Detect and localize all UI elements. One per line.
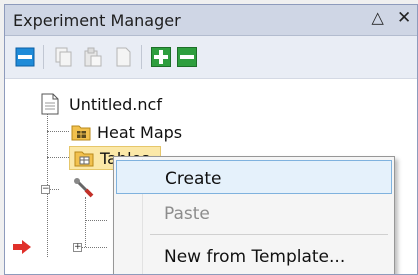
paste-icon[interactable] [83,47,103,67]
experiment-manager-panel: Experiment Manager ◁ ✕ Untitled.ncf Heat… [4,4,418,275]
tree-line [47,101,48,257]
document-icon[interactable] [113,47,133,67]
remove-icon[interactable] [177,47,197,67]
file-icon [41,93,61,115]
copy-icon[interactable] [53,47,73,67]
add-icon[interactable] [151,47,171,67]
heatmap-folder-icon [71,123,91,141]
tree-root-node[interactable]: Untitled.ncf [41,93,162,115]
expand-toggle[interactable]: + [73,243,82,252]
toolbar-separator [141,45,142,69]
tree-line [85,220,107,221]
tree-line [47,157,69,158]
context-menu: Create Paste New from Template... [113,156,395,274]
tools-icon[interactable] [73,177,95,199]
menu-item-label: Paste [164,204,210,224]
tree-item-label: Heat Maps [97,122,183,142]
arrow-right-icon [13,239,31,254]
close-icon[interactable]: ✕ [397,8,411,28]
panel-icon[interactable] [15,47,35,67]
pin-icon[interactable]: ◁ [370,12,389,24]
menu-item-new-from-template[interactable]: New from Template... [116,239,392,273]
tree-line [47,131,69,132]
toolbar-separator [43,45,44,69]
collapse-toggle[interactable]: − [41,185,50,194]
toolbar [5,36,417,79]
title-bar: Experiment Manager ◁ ✕ [5,5,417,36]
tree-line [85,197,86,247]
menu-item-label: New from Template... [164,247,346,267]
tree-item-heat-maps[interactable]: Heat Maps [71,121,182,143]
menu-separator [150,234,388,235]
window-title: Experiment Manager [13,11,181,30]
table-folder-icon [74,149,94,167]
menu-item-label: Create [165,169,222,189]
menu-item-create[interactable]: Create [116,160,392,194]
tree-root-label: Untitled.ncf [69,94,162,114]
menu-item-paste[interactable]: Paste [116,196,392,230]
